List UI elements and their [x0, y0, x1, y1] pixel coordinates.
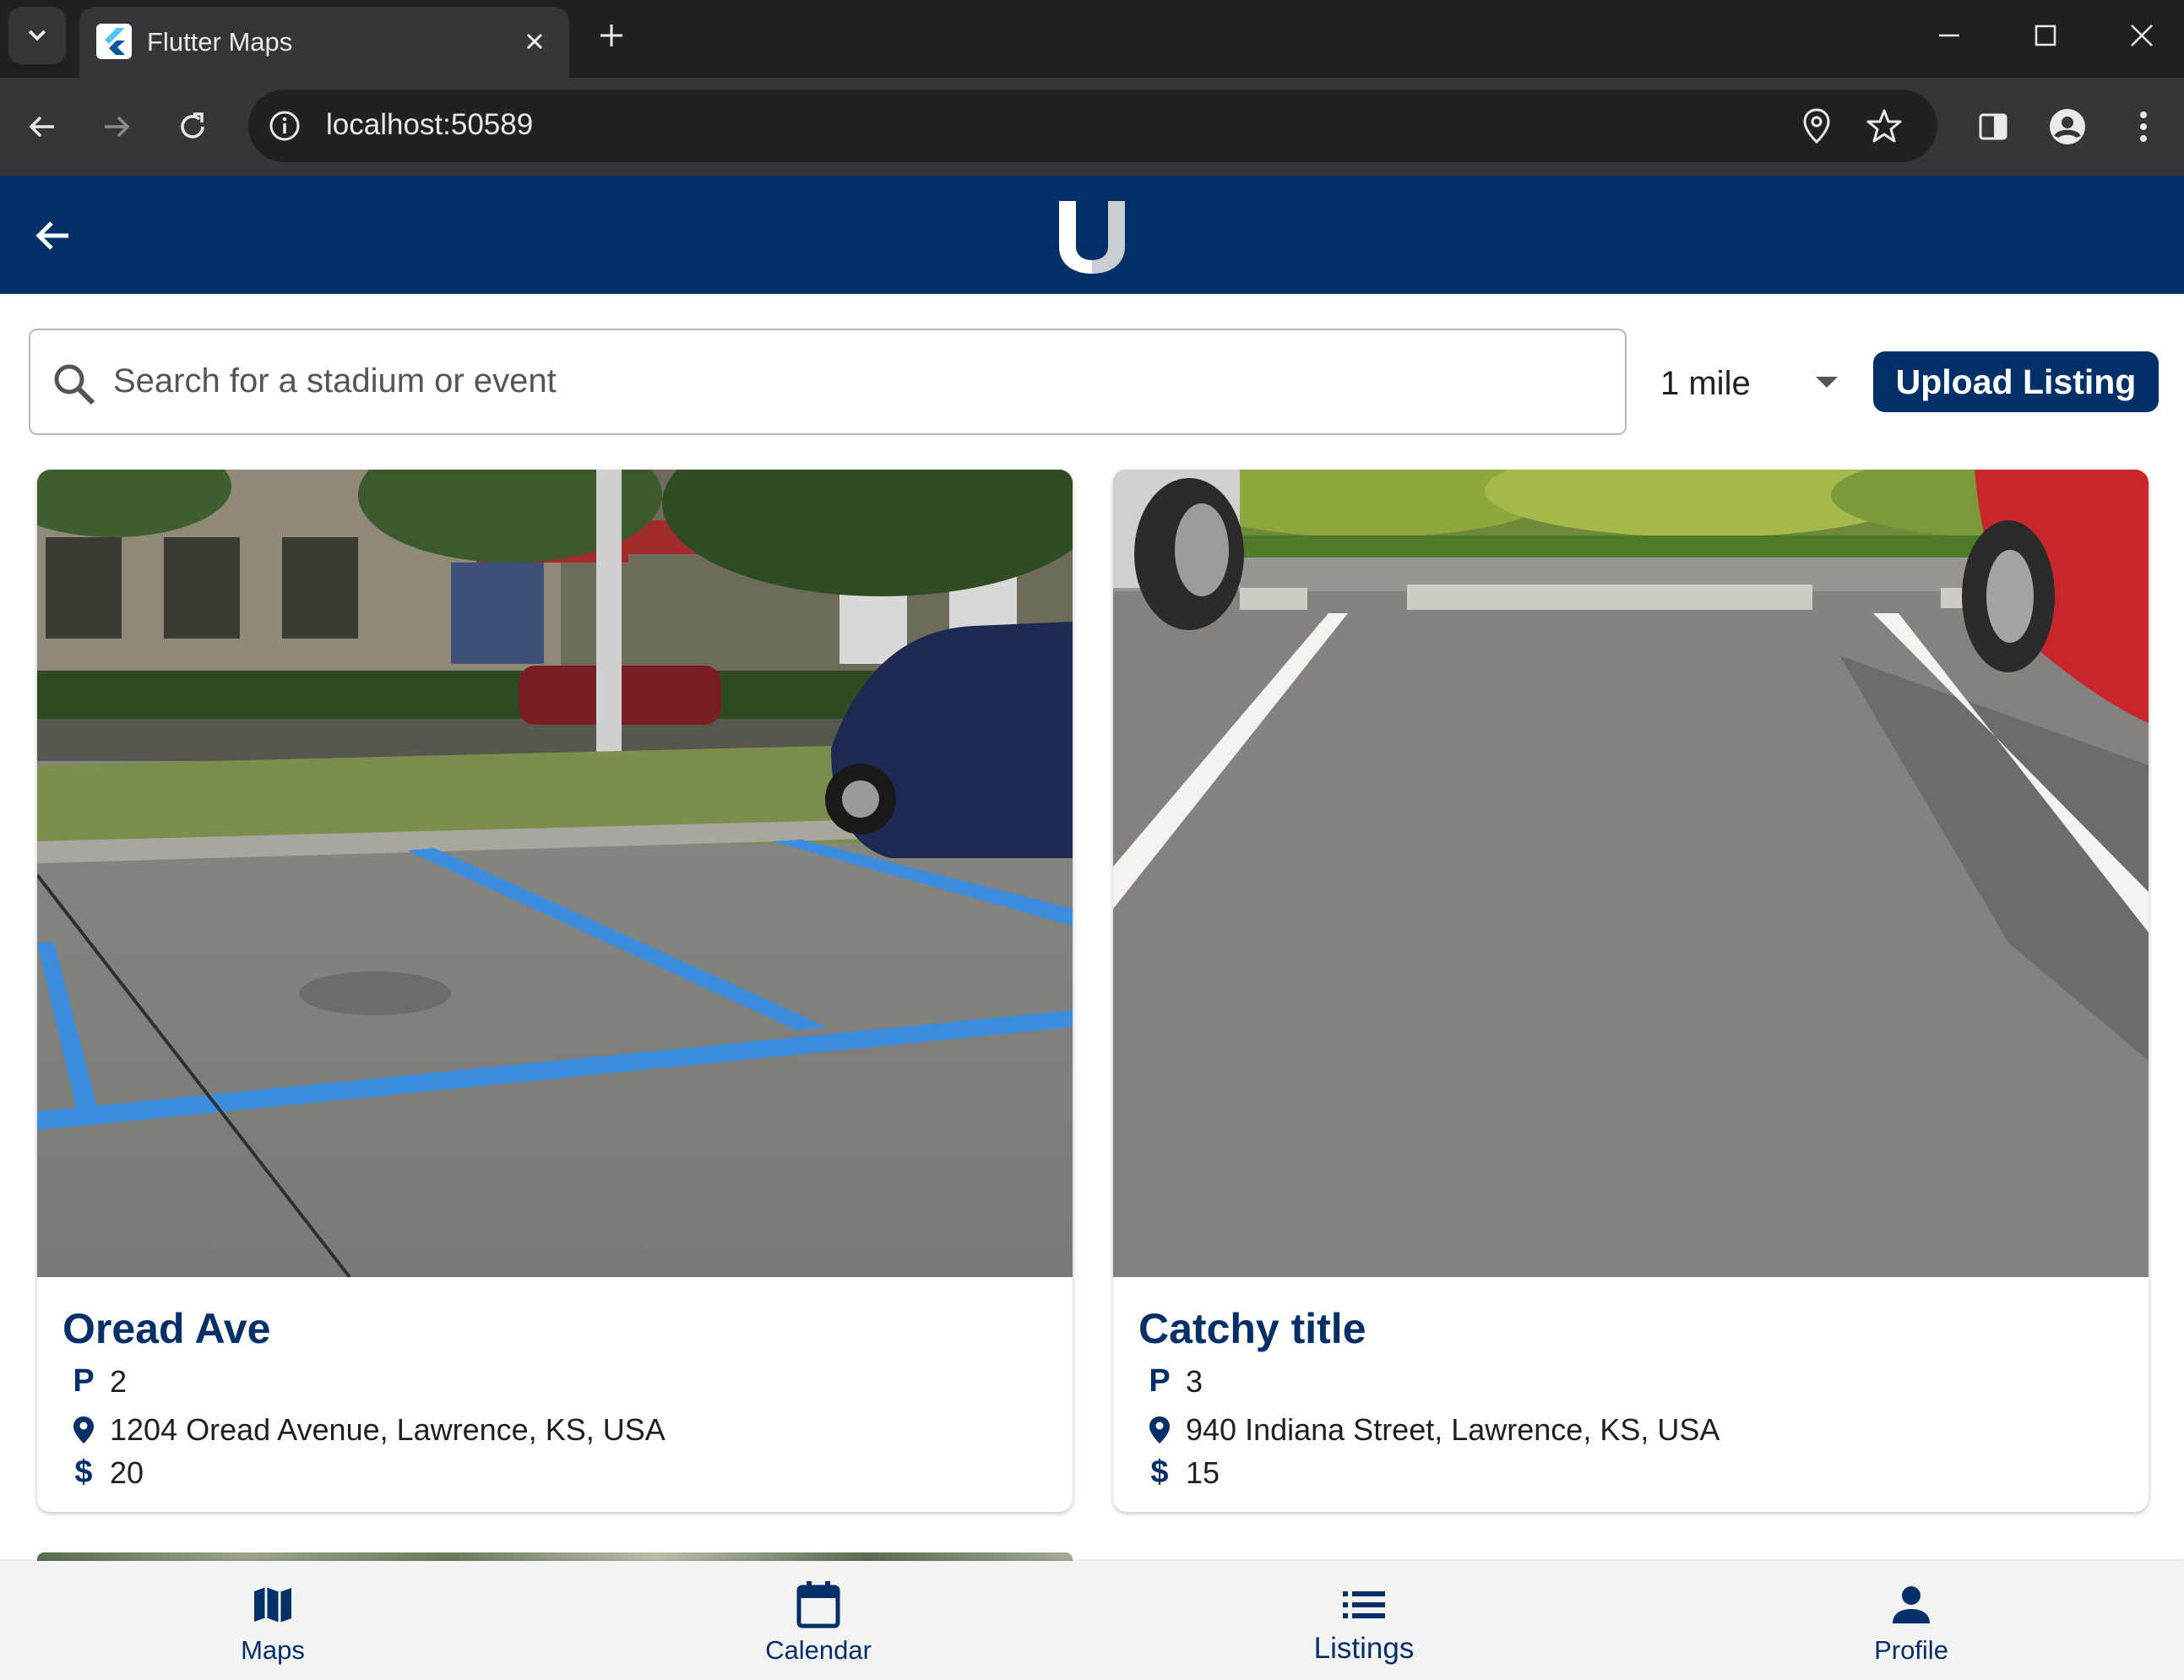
tab-search-button[interactable]: [8, 7, 66, 64]
address-bar[interactable]: localhost:50589: [248, 90, 1937, 162]
listing-photo: [37, 470, 1073, 1277]
nav-profile[interactable]: Profile: [1638, 1561, 2184, 1680]
location-pin-icon[interactable]: [1796, 105, 1838, 147]
nav-listings[interactable]: Listings: [1091, 1561, 1637, 1680]
window-close-icon[interactable]: [2116, 12, 2167, 59]
app-bar: [0, 176, 2184, 294]
listing-card[interactable]: Catchy title P 3 940 Indiana Street, Law…: [1113, 470, 2149, 1512]
listing-spots-value: 2: [110, 1363, 128, 1399]
search-input[interactable]: [113, 354, 1549, 408]
forward-arrow-icon[interactable]: [91, 101, 142, 152]
location-pin-icon: [69, 1416, 98, 1444]
browser-toolbar: localhost:50589: [0, 78, 2184, 176]
bottom-navigation: Maps Calendar Listings Profile: [0, 1561, 2184, 1680]
radius-selected-value: 1 mile: [1660, 365, 1751, 402]
back-arrow-icon[interactable]: [25, 208, 81, 264]
nav-calendar[interactable]: Calendar: [546, 1561, 1091, 1680]
browser-tab[interactable]: Flutter Maps: [79, 7, 569, 78]
tab-title: Flutter Maps: [147, 27, 293, 57]
dollar-icon: $: [1150, 1454, 1169, 1490]
listing-address: 940 Indiana Street, Lawrence, KS, USA: [1145, 1412, 1719, 1448]
parking-icon: P: [73, 1363, 95, 1399]
radius-dropdown[interactable]: 1 mile: [1660, 355, 1838, 414]
app-logo: [1059, 201, 1125, 274]
listing-spots: P 2: [69, 1363, 127, 1400]
listing-spots: P 3: [1145, 1363, 1203, 1400]
listing-title: Catchy title: [1138, 1305, 1366, 1352]
listing-price-value: 15: [1186, 1454, 1220, 1490]
side-panel-icon[interactable]: [1968, 101, 2018, 152]
tab-close-icon[interactable]: [519, 25, 551, 57]
listing-price-value: 20: [110, 1454, 144, 1490]
list-icon: [1339, 1579, 1389, 1630]
browser-tabstrip: Flutter Maps: [0, 0, 2184, 78]
dollar-icon: $: [74, 1454, 93, 1490]
minimize-icon[interactable]: [1924, 12, 1975, 59]
listing-address-value: 940 Indiana Street, Lawrence, KS, USA: [1186, 1412, 1720, 1447]
upload-listing-button[interactable]: Upload Listing: [1873, 351, 2159, 412]
site-info-icon[interactable]: [265, 106, 304, 145]
listing-card[interactable]: Oread Ave P 2 1204 Oread Avenue, Lawrenc…: [37, 470, 1073, 1512]
nav-calendar-label: Calendar: [765, 1635, 872, 1665]
maximize-icon[interactable]: [2020, 12, 2071, 59]
nav-maps-label: Maps: [241, 1635, 305, 1665]
nav-listings-label: Listings: [1313, 1632, 1415, 1665]
listing-photo: [1113, 470, 2149, 1277]
listing-address: 1204 Oread Avenue, Lawrence, KS, USA: [69, 1412, 666, 1448]
url-text: localhost:50589: [326, 108, 534, 141]
person-icon: [1886, 1579, 1937, 1630]
kebab-menu-icon[interactable]: [2118, 101, 2169, 152]
listing-title: Oread Ave: [62, 1305, 271, 1352]
map-icon: [247, 1579, 298, 1630]
bookmark-star-icon[interactable]: [1863, 105, 1905, 147]
nav-maps[interactable]: Maps: [0, 1561, 546, 1680]
search-field[interactable]: [29, 329, 1627, 435]
listing-spots-value: 3: [1186, 1363, 1203, 1399]
chevron-down-icon: [28, 30, 46, 41]
back-arrow-icon[interactable]: [17, 101, 68, 152]
listing-price: $ 15: [1145, 1454, 1220, 1491]
next-listing-card-peek[interactable]: [37, 1552, 1073, 1561]
reload-icon[interactable]: [167, 101, 218, 152]
search-icon: [54, 364, 95, 405]
listing-price: $ 20: [69, 1454, 144, 1491]
new-tab-icon[interactable]: [593, 17, 630, 54]
nav-profile-label: Profile: [1874, 1635, 1948, 1665]
calendar-icon: [793, 1579, 844, 1630]
profile-avatar-icon[interactable]: [2042, 101, 2093, 152]
parking-icon: P: [1149, 1363, 1171, 1399]
dropdown-arrow-icon: [1816, 377, 1838, 388]
location-pin-icon: [1145, 1416, 1174, 1444]
listing-address-value: 1204 Oread Avenue, Lawrence, KS, USA: [110, 1412, 666, 1447]
flutter-icon: [96, 24, 132, 59]
